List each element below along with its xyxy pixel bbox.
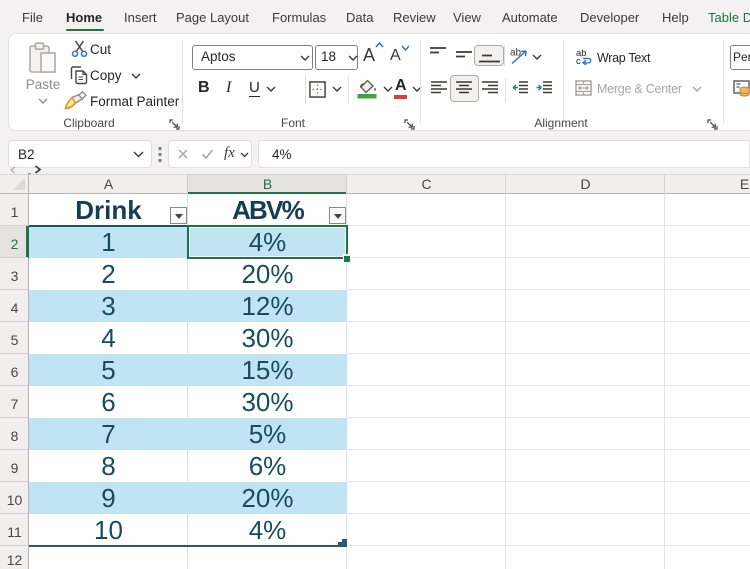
svg-text:c: c — [576, 56, 581, 65]
